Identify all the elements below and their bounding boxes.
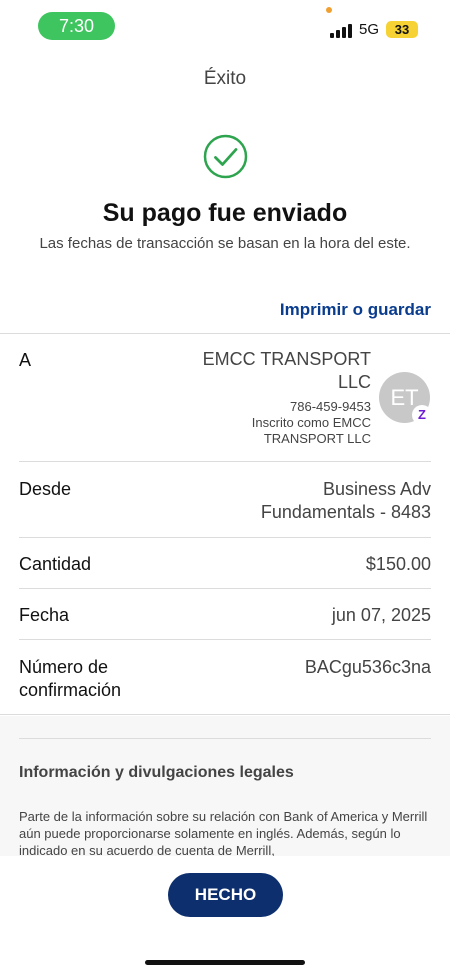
print-or-save-link[interactable]: Imprimir o guardar (280, 300, 431, 320)
to-label: A (19, 350, 32, 370)
confirmation-number: BACgu536c3na (304, 657, 431, 677)
from-label: Desde (19, 479, 72, 499)
payment-sent-heading: Su pago fue enviado (102, 199, 348, 227)
date-value: jun 07, 2025 (331, 605, 431, 625)
recipient-name-line1: EMCC TRANSPORT (202, 349, 371, 369)
divider (19, 639, 431, 640)
check-circle-icon (203, 134, 248, 179)
confirmation-label-line2: confirmación (19, 680, 122, 700)
divider (0, 333, 450, 334)
divider (19, 738, 431, 739)
network-type: 5G (359, 21, 380, 38)
legal-section[interactable]: Información y divulgaciones legales Part… (0, 716, 450, 856)
zelle-icon: Z (412, 405, 432, 425)
divider (19, 537, 431, 538)
status-bar: 7:30 5G 33 (0, 0, 450, 52)
recipient-phone: 786-459-9453 (290, 399, 371, 414)
date-label: Fecha (19, 605, 70, 625)
screen-title: Éxito (203, 68, 247, 89)
recipient-info: EMCC TRANSPORT LLC 786-459-9453 Inscrito… (171, 348, 371, 447)
cellular-signal-icon (330, 22, 354, 38)
recipient-name-line2: LLC (337, 372, 371, 392)
amount-value: $150.00 (365, 554, 431, 574)
privacy-indicator-dot (326, 7, 332, 13)
done-button[interactable]: HECHO (168, 873, 283, 917)
from-account-line1: Business Adv (322, 479, 431, 499)
divider (19, 588, 431, 589)
status-time: 7:30 (38, 12, 115, 40)
confirmation-label-line1: Número de (19, 657, 109, 677)
divider (0, 714, 450, 715)
recipient-enrolled-line1: Inscrito como EMCC (251, 415, 371, 430)
timezone-note: Las fechas de transacción se basan en la… (39, 235, 411, 252)
legal-body: Parte de la información sobre su relació… (19, 809, 428, 856)
footer: HECHO (0, 856, 450, 975)
divider (19, 461, 431, 462)
legal-title: Información y divulgaciones legales (19, 764, 294, 781)
amount-label: Cantidad (19, 554, 92, 574)
home-indicator[interactable] (145, 960, 305, 965)
recipient-enrolled-line2: TRANSPORT LLC (263, 431, 371, 446)
battery-icon: 33 (386, 21, 418, 38)
from-account-line2: Fundamentals - 8483 (260, 502, 431, 522)
